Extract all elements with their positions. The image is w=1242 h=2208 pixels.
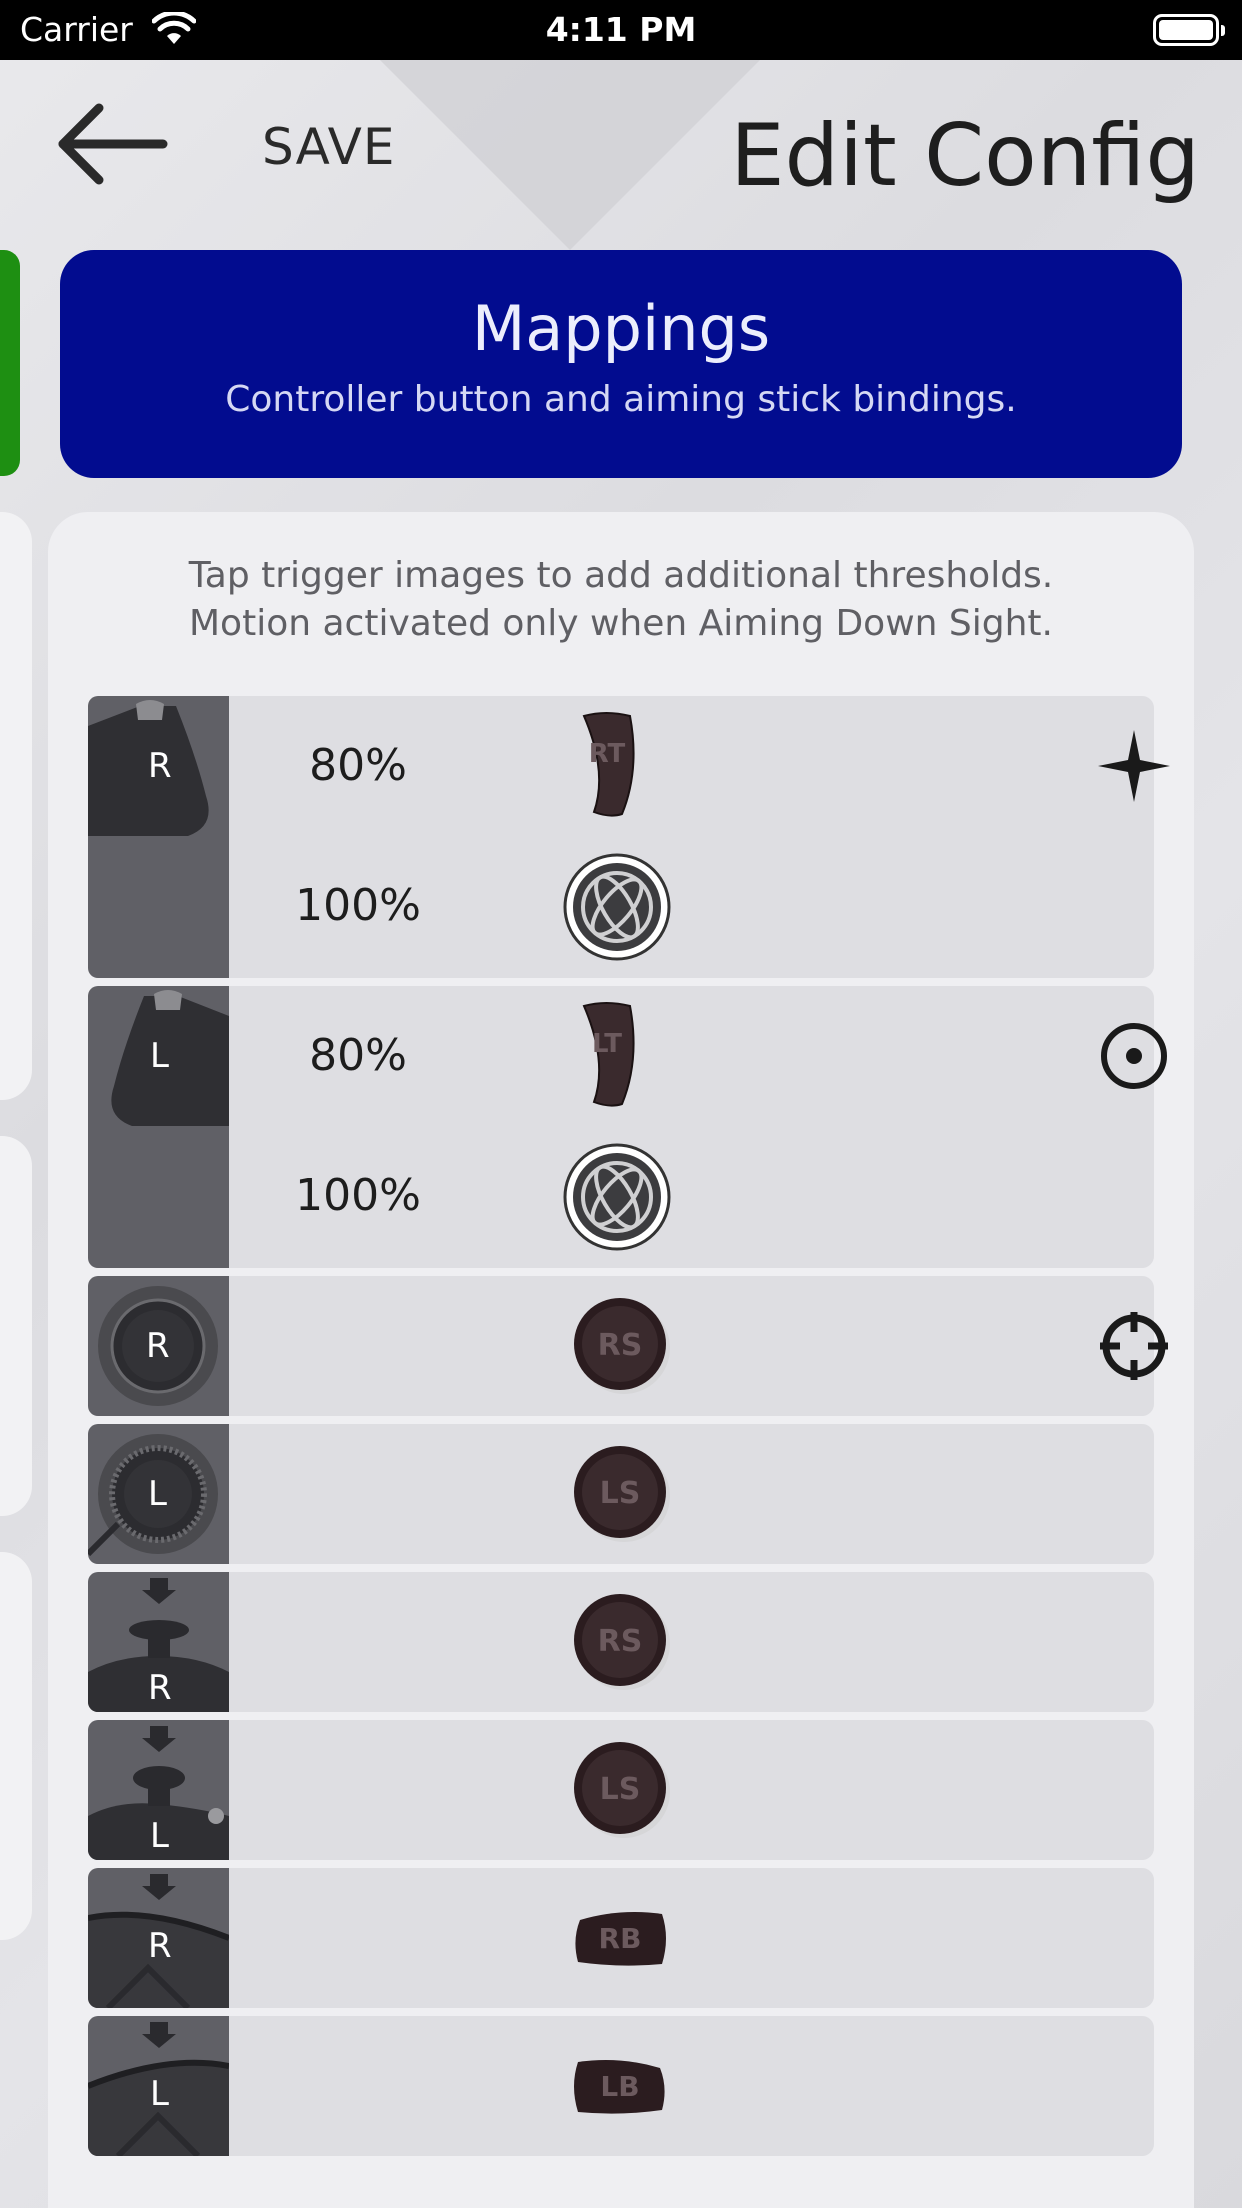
left-stick-click-thumbnail[interactable]: L bbox=[88, 1720, 229, 1860]
mapping-row-right-trigger: R 80% RT 100% bbox=[88, 696, 1170, 978]
section-title: Mappings bbox=[471, 292, 771, 365]
button-glyph: LS bbox=[600, 1476, 641, 1511]
button-glyph: LT bbox=[592, 1029, 622, 1059]
mappings-panel: Tap trigger images to add additional thr… bbox=[48, 512, 1194, 2208]
left-stick-thumbnail[interactable]: L bbox=[88, 1424, 229, 1564]
mapping-row-right-bumper: R RB bbox=[88, 1868, 1154, 2008]
trigger-graphic-icon bbox=[88, 700, 209, 836]
mapping-row-left-bumper: L LB bbox=[88, 2016, 1154, 2156]
threshold-percent[interactable]: 80% bbox=[268, 740, 448, 791]
ls-button-icon[interactable]: LS bbox=[570, 1738, 674, 1842]
mapping-row-left-trigger: L 80% LT 100% bbox=[88, 986, 1167, 1268]
threshold-percent[interactable]: 100% bbox=[268, 1170, 448, 1221]
button-glyph: RT bbox=[589, 739, 626, 769]
right-stick-click-thumbnail[interactable]: R bbox=[88, 1572, 229, 1712]
threshold-percent[interactable]: 80% bbox=[268, 1030, 448, 1081]
gyro-icon[interactable] bbox=[562, 852, 672, 962]
left-trigger-thumbnail[interactable]: L bbox=[88, 986, 229, 1268]
rb-button-icon[interactable]: RB bbox=[570, 1906, 670, 1972]
mapping-row-left-stick-click: L LS bbox=[88, 1720, 1154, 1860]
button-glyph: LB bbox=[600, 2070, 639, 2103]
instructions: Tap trigger images to add additional thr… bbox=[48, 552, 1194, 648]
thumb-label: R bbox=[148, 1668, 172, 1708]
thumb-label: R bbox=[148, 746, 172, 786]
status-bar: Carrier 4:11 PM bbox=[0, 0, 1242, 60]
button-glyph: RS bbox=[598, 1328, 643, 1363]
rt-button-icon[interactable]: RT bbox=[570, 710, 646, 820]
thumb-label: R bbox=[146, 1326, 170, 1366]
back-arrow-icon[interactable] bbox=[55, 100, 170, 190]
lt-button-icon[interactable]: LT bbox=[570, 1000, 646, 1110]
thumb-label: L bbox=[150, 1816, 169, 1856]
rs-button-icon[interactable]: RS bbox=[570, 1590, 674, 1694]
mapping-row-left-stick: L LS bbox=[88, 1424, 1154, 1564]
rs-button-icon[interactable]: RS bbox=[570, 1294, 674, 1398]
page-title: Edit Config bbox=[730, 106, 1200, 206]
battery-icon bbox=[1153, 14, 1225, 46]
trigger-graphic-icon bbox=[111, 990, 229, 1126]
side-card bbox=[0, 1552, 32, 1940]
thumb-label: L bbox=[148, 1474, 167, 1514]
clock: 4:11 PM bbox=[545, 10, 697, 49]
mapping-row-right-stick: R RS bbox=[88, 1276, 1168, 1416]
section-subtitle: Controller button and aiming stick bindi… bbox=[225, 379, 1017, 420]
instructions-line-1: Tap trigger images to add additional thr… bbox=[188, 555, 1054, 596]
threshold-percent[interactable]: 100% bbox=[268, 880, 448, 931]
thumb-label: L bbox=[150, 1036, 169, 1076]
sparkle-icon[interactable] bbox=[1096, 728, 1172, 804]
instructions-line-2: Motion activated only when Aiming Down S… bbox=[189, 603, 1053, 644]
right-stick-thumbnail[interactable]: R bbox=[88, 1276, 229, 1416]
mappings-section-header[interactable]: Mappings Controller button and aiming st… bbox=[60, 250, 1182, 478]
thumb-label: R bbox=[148, 1926, 172, 1966]
crosshair-icon[interactable] bbox=[1096, 1308, 1172, 1384]
lb-button-icon[interactable]: LB bbox=[570, 2054, 670, 2120]
ls-button-icon[interactable]: LS bbox=[570, 1442, 674, 1546]
thumb-label: L bbox=[150, 2074, 169, 2114]
left-bumper-thumbnail[interactable]: L bbox=[88, 2016, 229, 2156]
save-button[interactable]: SAVE bbox=[262, 118, 395, 176]
previous-section-tab[interactable] bbox=[0, 250, 20, 476]
mapping-row-right-stick-click: R RS bbox=[88, 1572, 1154, 1712]
right-bumper-thumbnail[interactable]: R bbox=[88, 1868, 229, 2008]
side-card bbox=[0, 512, 32, 1100]
target-dot-icon[interactable] bbox=[1096, 1018, 1172, 1094]
button-glyph: RB bbox=[599, 1922, 642, 1955]
button-glyph: RS bbox=[598, 1624, 643, 1659]
right-trigger-thumbnail[interactable]: R bbox=[88, 696, 229, 978]
gyro-icon[interactable] bbox=[562, 1142, 672, 1252]
button-glyph: LS bbox=[600, 1772, 641, 1807]
side-card bbox=[0, 1136, 32, 1516]
